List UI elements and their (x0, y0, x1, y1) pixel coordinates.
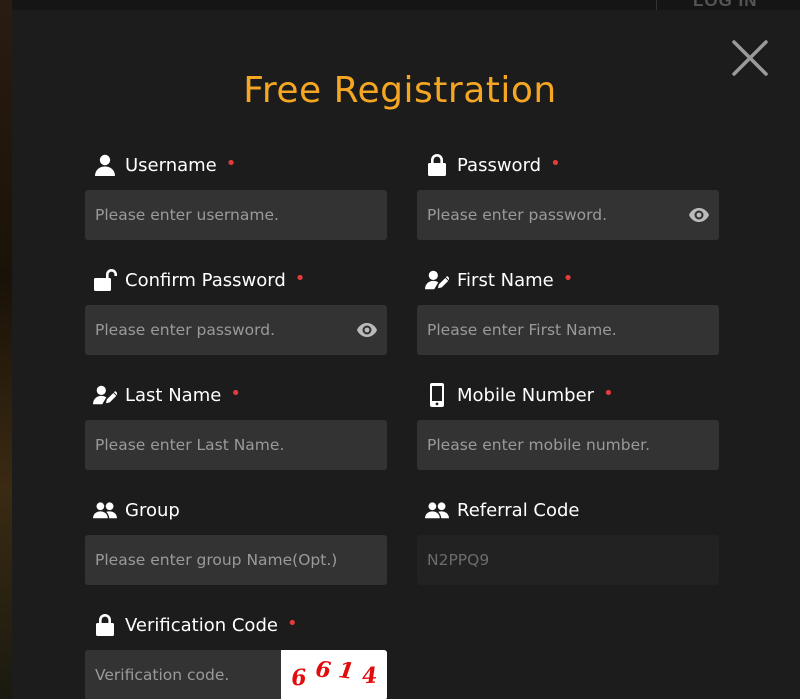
last-name-field-group: Last Name • (85, 380, 387, 470)
required-indicator: • (562, 268, 574, 289)
first-name-input-box (417, 305, 719, 355)
username-field-group: Username • (85, 150, 387, 240)
required-indicator: • (286, 613, 298, 634)
username-label: Username (125, 154, 217, 176)
unlock-icon (93, 267, 119, 293)
user-edit-icon (425, 267, 451, 293)
user-icon (93, 152, 119, 178)
captcha-digit: 4 (360, 662, 378, 690)
confirm-password-input-box (85, 305, 387, 355)
referral-code-input (417, 535, 719, 585)
verification-code-field-group: Verification Code • 6 6 1 4 (85, 610, 387, 699)
eye-icon[interactable] (356, 320, 378, 340)
captcha-digit: 6 (313, 656, 332, 684)
password-field-group: Password • (417, 150, 719, 240)
mobile-phone-icon (425, 382, 451, 408)
verification-code-input-box: 6 6 1 4 (85, 650, 387, 699)
required-indicator: • (603, 383, 614, 404)
mobile-number-label: Mobile Number (457, 384, 595, 406)
password-input[interactable] (417, 190, 719, 240)
confirm-password-label: Confirm Password (125, 269, 286, 291)
mobile-number-input-box (417, 420, 719, 470)
required-indicator: • (230, 383, 241, 404)
first-name-field-group: First Name • (417, 265, 719, 355)
users-icon (93, 497, 119, 523)
group-input-box (85, 535, 387, 585)
first-name-label: First Name (457, 269, 554, 291)
eye-icon[interactable] (688, 205, 710, 225)
captcha-image[interactable]: 6 6 1 4 (281, 650, 387, 699)
referral-code-field-group: Referral Code (417, 495, 719, 585)
mobile-number-field-group: Mobile Number • (417, 380, 719, 470)
last-name-label: Last Name (125, 384, 222, 406)
users-icon (425, 497, 451, 523)
page-title: Free Registration (243, 70, 557, 111)
username-input[interactable] (85, 190, 387, 240)
required-indicator: • (294, 268, 306, 289)
lock-icon (425, 152, 451, 178)
username-input-box (85, 190, 387, 240)
referral-code-label: Referral Code (457, 499, 580, 521)
captcha-digit: 6 (290, 664, 308, 692)
lock-icon (93, 612, 119, 638)
required-indicator: • (550, 153, 561, 174)
required-indicator: • (225, 153, 237, 174)
last-name-input-box (85, 420, 387, 470)
group-input[interactable] (85, 535, 387, 585)
background-login-label: LOG IN (693, 0, 758, 10)
password-label: Password (457, 154, 542, 176)
verification-code-label: Verification Code (125, 614, 278, 636)
background-login-button: LOG IN (656, 0, 800, 10)
group-label: Group (125, 499, 180, 521)
referral-code-input-box (417, 535, 719, 585)
group-field-group: Group (85, 495, 387, 585)
last-name-input[interactable] (85, 420, 387, 470)
first-name-input[interactable] (417, 305, 719, 355)
captcha-digit: 1 (336, 657, 356, 685)
user-edit-icon (93, 382, 119, 408)
password-input-box (417, 190, 719, 240)
confirm-password-input[interactable] (85, 305, 387, 355)
mobile-number-input[interactable] (417, 420, 719, 470)
confirm-password-field-group: Confirm Password • (85, 265, 387, 355)
